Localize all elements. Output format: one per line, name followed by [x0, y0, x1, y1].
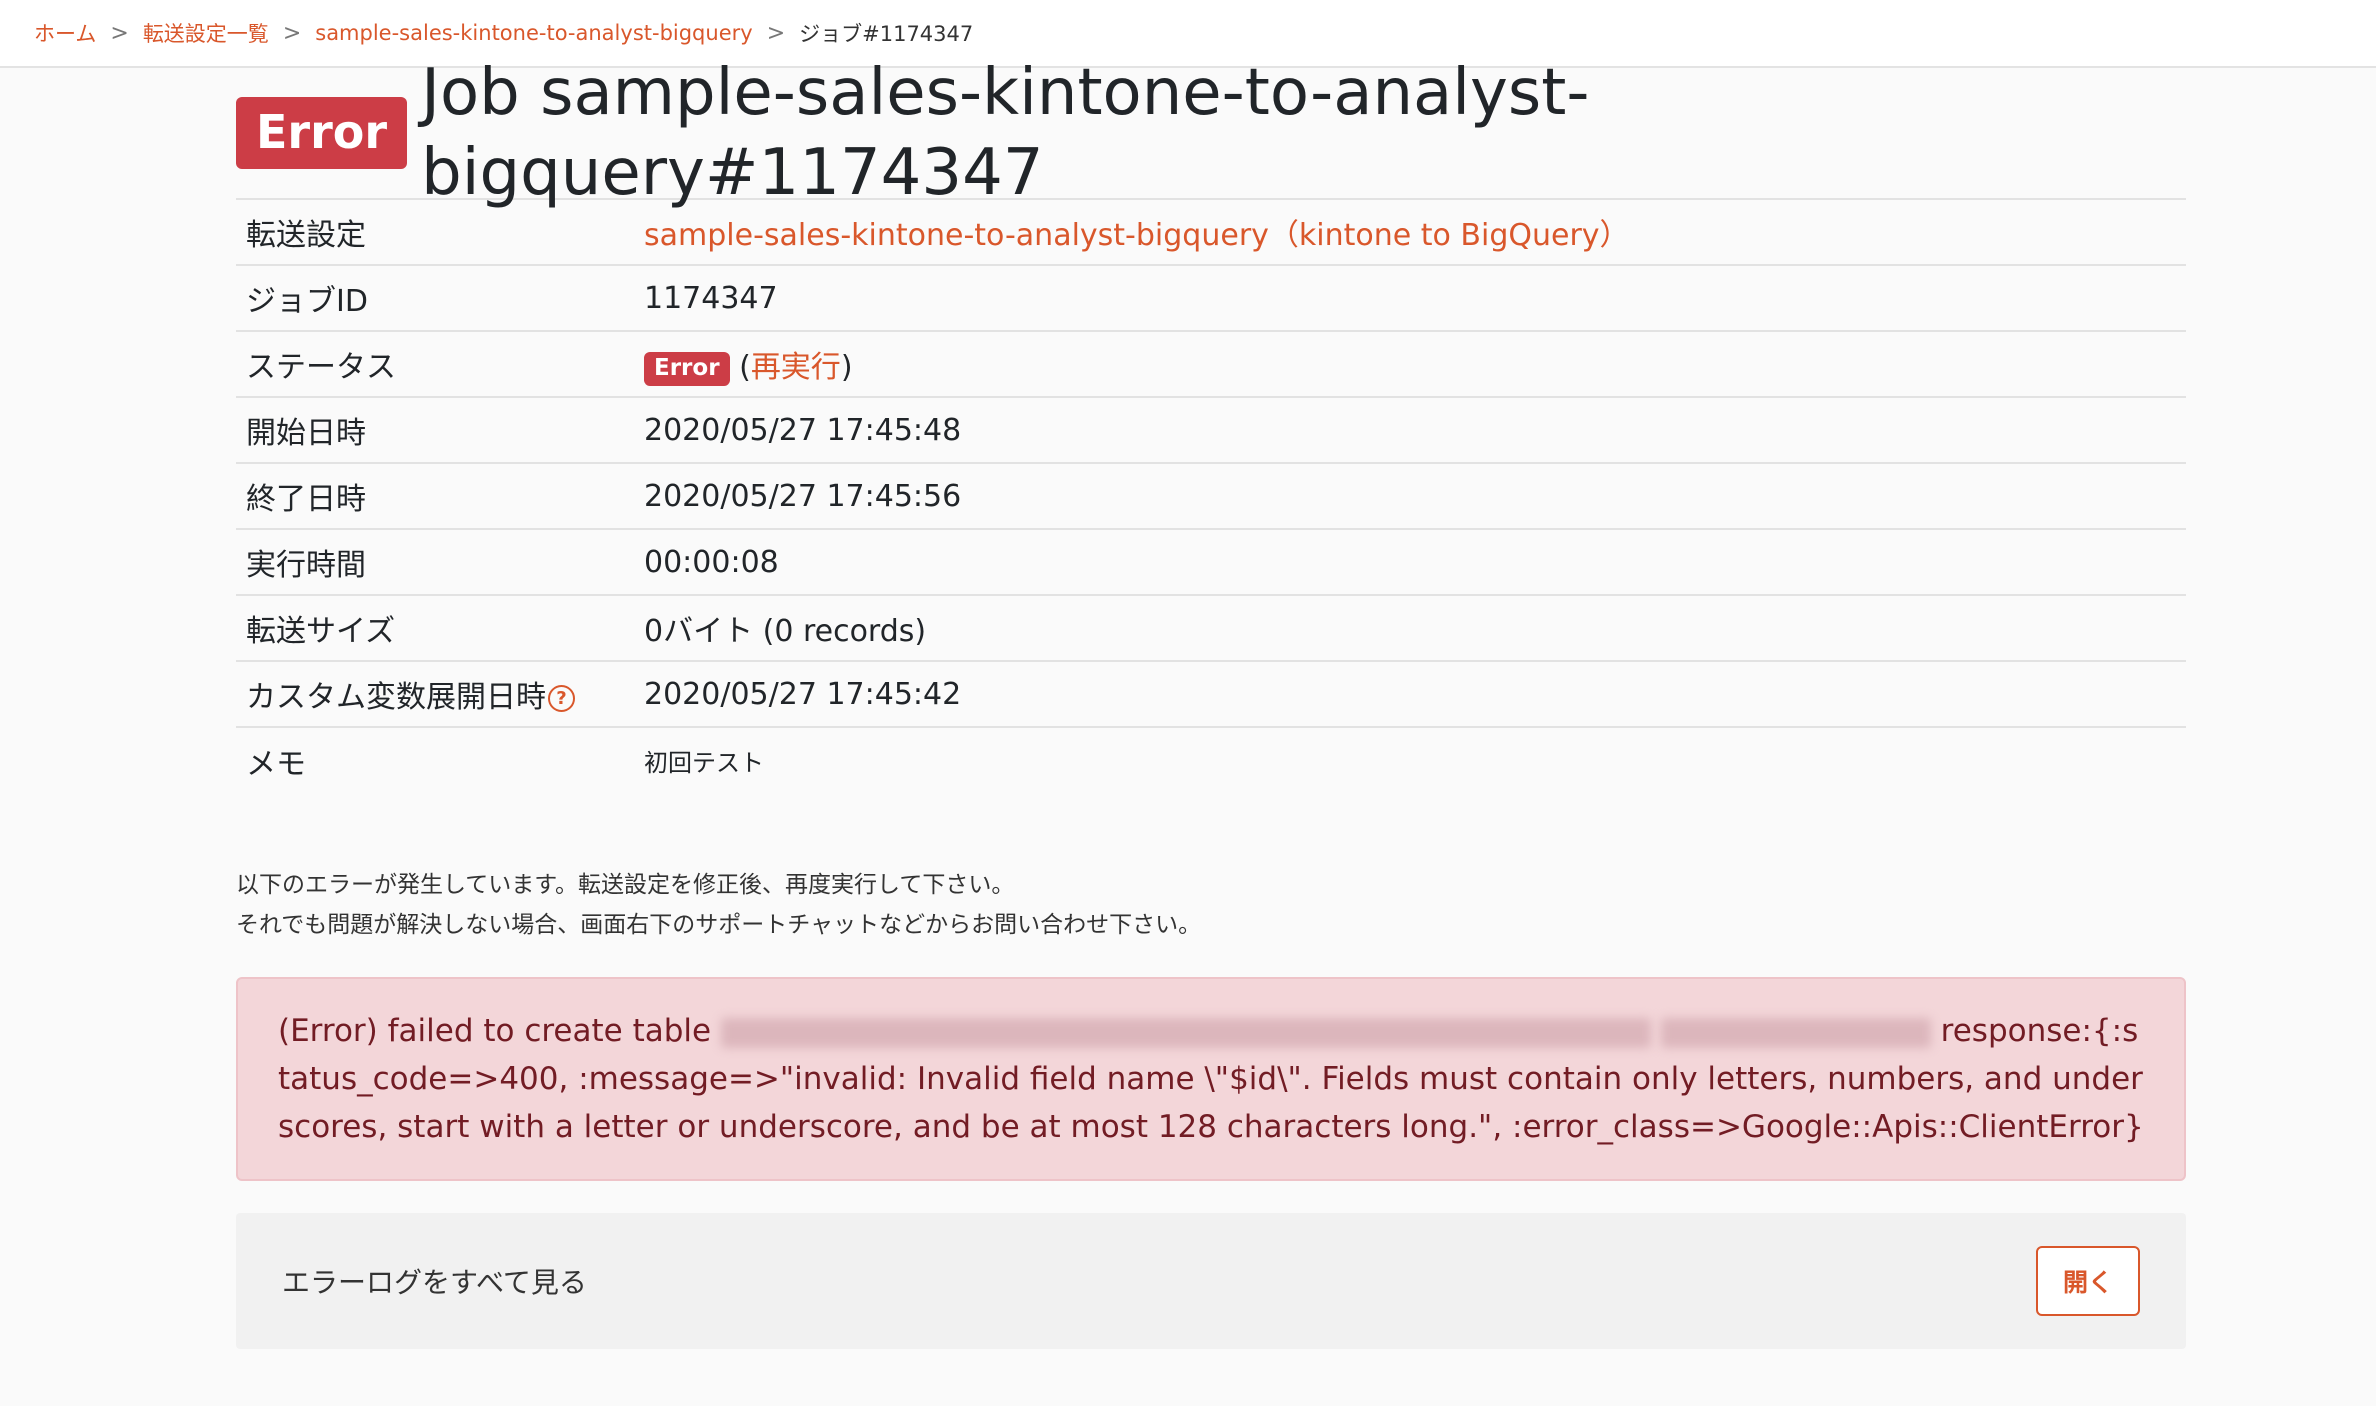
open-error-log-button[interactable]: 開く [2036, 1246, 2140, 1316]
start-time-value: 2020/05/27 17:45:48 [644, 412, 962, 448]
table-row: ステータス Error (再実行) [236, 331, 2186, 397]
redacted-table-name [720, 1017, 1651, 1048]
chevron-right-icon: > [282, 20, 302, 46]
job-id-label: ジョブID [246, 284, 368, 319]
job-id-value: 1174347 [644, 280, 778, 316]
table-row: ジョブID 1174347 [236, 265, 2186, 331]
custom-variable-time-label-text: カスタム変数展開日時 [246, 680, 546, 715]
breadcrumb-home-link[interactable]: ホーム [34, 18, 96, 48]
redacted-table-name [1660, 1017, 1931, 1048]
help-icon[interactable]: ? [548, 685, 575, 712]
start-time-label: 開始日時 [246, 416, 366, 451]
status-close-paren: ) [840, 350, 853, 385]
error-log-panel: エラーログをすべて見る 開く [236, 1213, 2186, 1349]
breadcrumb-config-link[interactable]: sample-sales-kintone-to-analyst-bigquery [315, 21, 752, 45]
job-info-table: 転送設定 sample-sales-kintone-to-analyst-big… [236, 198, 2186, 793]
status-open-paren: ( [739, 350, 751, 385]
title-error-badge: Error [236, 97, 408, 169]
custom-variable-time-label: カスタム変数展開日時? [236, 661, 634, 727]
memo-label: メモ [246, 746, 306, 782]
breadcrumb-transfer-list-link[interactable]: 転送設定一覧 [143, 18, 269, 48]
duration-value: 00:00:08 [644, 544, 779, 580]
chevron-right-icon: > [766, 20, 786, 46]
transfer-size-label: 転送サイズ [246, 614, 396, 649]
duration-label: 実行時間 [246, 548, 366, 583]
error-log-label: エラーログをすべて見る [282, 1266, 587, 1299]
end-time-label: 終了日時 [246, 482, 366, 517]
status-cell: Error (再実行) [634, 331, 2186, 397]
status-label: ステータス [246, 350, 396, 385]
table-row: 開始日時 2020/05/27 17:45:48 [236, 397, 2186, 463]
memo-value: 初回テスト [644, 749, 764, 777]
table-row: 転送サイズ 0バイト (0 records) [236, 595, 2186, 661]
main-content: Error Job sample-sales-kintone-to-analys… [236, 56, 2186, 1349]
status-badge: Error [644, 351, 730, 386]
table-row: カスタム変数展開日時? 2020/05/27 17:45:42 [236, 661, 2186, 727]
table-row: 終了日時 2020/05/27 17:45:56 [236, 463, 2186, 529]
notice-line-2: それでも問題が解決しない場合、画面右下のサポートチャットなどからお問い合わせ下さ… [236, 912, 1202, 938]
error-notice: 以下のエラーが発生しています。転送設定を修正後、再度実行して下さい。 それでも問… [236, 865, 2186, 945]
custom-variable-time-value: 2020/05/27 17:45:42 [644, 676, 962, 712]
error-alert: (Error) failed to create table response:… [236, 977, 2186, 1181]
transfer-size-value: 0バイト (0 records) [644, 614, 927, 649]
table-row: 実行時間 00:00:08 [236, 529, 2186, 595]
transfer-config-link[interactable]: sample-sales-kintone-to-analyst-bigquery… [644, 218, 1630, 253]
error-message-prefix: (Error) failed to create table [278, 1013, 712, 1049]
chevron-right-icon: > [110, 20, 129, 46]
end-time-value: 2020/05/27 17:45:56 [644, 478, 962, 514]
table-row: メモ 初回テスト [236, 727, 2186, 793]
page-title: Error Job sample-sales-kintone-to-analys… [236, 56, 2186, 210]
breadcrumb-current: ジョブ#1174347 [799, 22, 974, 46]
page-title-text: Job sample-sales-kintone-to-analyst-bigq… [421, 56, 1590, 210]
rerun-link[interactable]: 再実行 [751, 350, 841, 385]
notice-line-1: 以下のエラーが発生しています。転送設定を修正後、再度実行して下さい。 [236, 872, 1015, 898]
